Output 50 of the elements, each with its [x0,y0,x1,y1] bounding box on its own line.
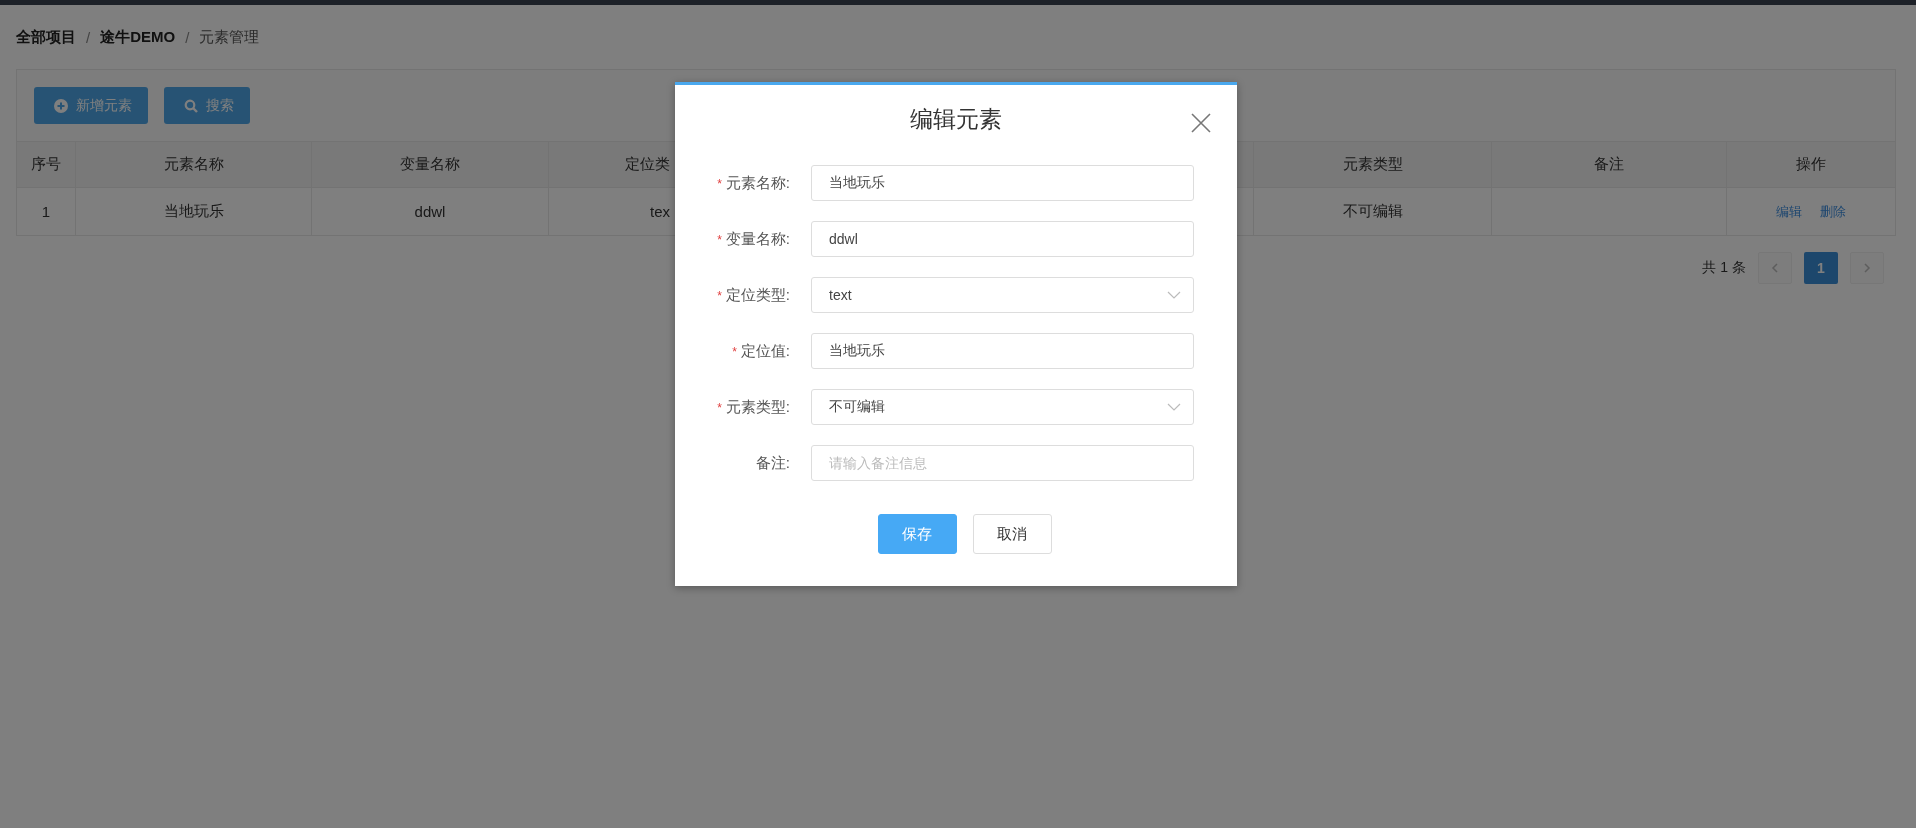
table-cell: 不可编辑 [1253,187,1491,235]
chevron-down-icon [1167,291,1181,299]
previous-page-button[interactable] [1758,252,1792,284]
save-button[interactable]: 保存 [877,514,957,554]
column-header: 序号 [17,141,75,187]
table-cell: tex [548,187,676,235]
search-icon [184,98,198,113]
field-label: 定位类型: [725,285,790,303]
input-field[interactable]: 当地玩乐 [811,333,1194,369]
action-link[interactable]: 编辑 [1776,202,1802,221]
page-button[interactable]: 1 [1804,252,1838,284]
select-field[interactable]: 不可编辑 [811,389,1194,425]
close-icon [1191,113,1211,133]
total-count: 共 1 条 [1702,259,1746,277]
breadcrumb-item[interactable]: 途牛DEMO [100,27,176,47]
field-label: 元素名称: [725,173,790,191]
input-field[interactable]: ddwl [811,221,1194,257]
table-cell: ddwl [311,187,548,235]
required-mark: * [717,176,722,191]
breadcrumb-item[interactable]: 全部项目 [16,27,76,47]
field-label: 定位值: [740,341,790,359]
column-header: 备注 [1491,141,1726,187]
select-field[interactable]: text [811,277,1194,313]
input-field[interactable]: 请输入备注信息 [811,445,1194,481]
close-button[interactable] [1191,113,1211,133]
required-mark: * [732,344,737,359]
required-mark: * [717,232,722,247]
column-header: 变量名称 [311,141,548,187]
breadcrumb-item: 元素管理 [199,27,260,47]
chevron-right-icon [1863,263,1871,273]
next-page-button[interactable] [1850,252,1884,284]
breadcrumb-separator: / [185,28,190,46]
input-field[interactable]: 当地玩乐 [811,165,1194,201]
required-mark: * [717,288,722,303]
chevron-down-icon [1167,403,1181,411]
action-link[interactable]: 删除 [1820,202,1846,221]
column-header: 操作 [1726,141,1895,187]
chevron-left-icon [1771,263,1779,273]
table-cell: 当地玩乐 [75,187,311,235]
dialog-title: 编辑元素 [910,104,1002,134]
column-header: 元素类型 [1253,141,1491,187]
plus-circle-icon [54,98,68,113]
column-header: 定位类 [548,141,676,187]
field-label: 变量名称: [725,229,790,247]
cancel-button[interactable]: 取消 [972,514,1052,554]
column-header: 元素名称 [75,141,311,187]
field-label: 元素类型: [725,397,790,415]
breadcrumb-separator: / [86,28,91,46]
field-label: 备注: [755,453,790,471]
required-mark: * [717,400,722,415]
